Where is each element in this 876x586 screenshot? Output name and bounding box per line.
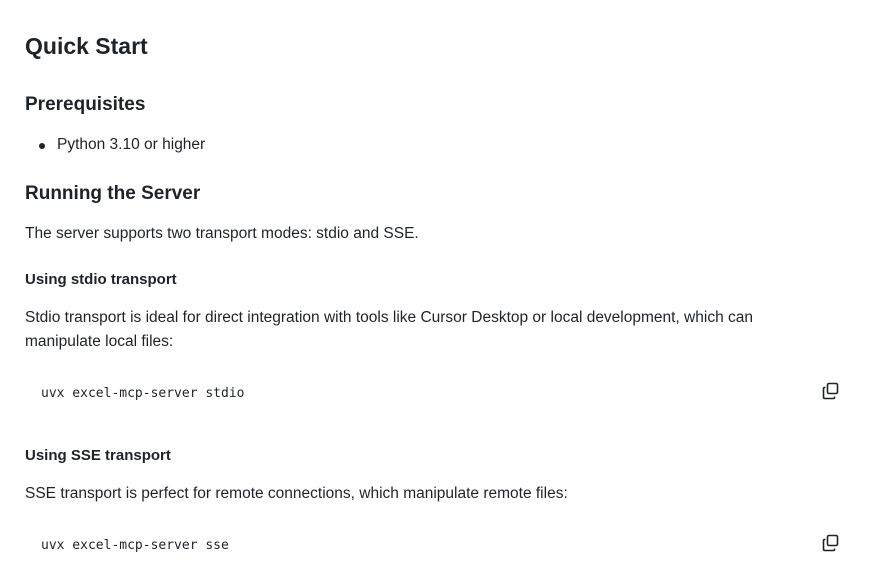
copy-stdio-button[interactable] — [821, 381, 841, 401]
stdio-code-block: uvx excel-mcp-server stdio — [25, 372, 851, 416]
stdio-command: uvx excel-mcp-server stdio — [41, 386, 245, 401]
copy-icon — [822, 382, 839, 400]
running-server-heading: Running the Server — [25, 183, 201, 204]
copy-sse-button[interactable] — [821, 533, 841, 553]
stdio-description: Stdio transport is ideal for direct inte… — [25, 306, 825, 354]
prerequisites-heading: Prerequisites — [25, 94, 146, 115]
sse-command: uvx excel-mcp-server sse — [41, 538, 229, 553]
copy-icon — [822, 534, 839, 552]
sse-code-block: uvx excel-mcp-server sse — [25, 524, 851, 568]
sse-description: SSE transport is perfect for remote conn… — [25, 485, 568, 502]
stdio-heading: Using stdio transport — [25, 271, 177, 288]
running-intro-text: The server supports two transport modes:… — [25, 225, 419, 242]
sse-heading: Using SSE transport — [25, 447, 171, 464]
stdio-description-line-1: Stdio transport is ideal for direct inte… — [25, 309, 753, 326]
prerequisites-list: Python 3.10 or higher — [25, 134, 205, 156]
list-item: Python 3.10 or higher — [25, 134, 205, 156]
quick-start-heading: Quick Start — [25, 33, 148, 59]
stdio-description-line-2: manipulate local files: — [25, 333, 174, 350]
